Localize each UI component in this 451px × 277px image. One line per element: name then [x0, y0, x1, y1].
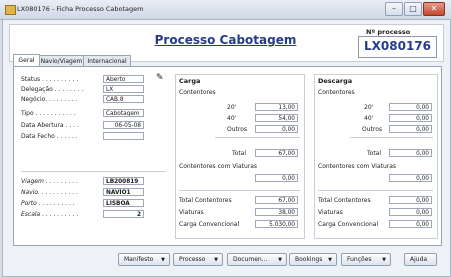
descarga-outros-label: Outros: [362, 126, 383, 133]
data-fecho-label: Data Fecho . . . . . .: [21, 133, 78, 140]
descarga-total-label: Total: [367, 150, 382, 157]
chevron-down-icon: ▼: [161, 257, 165, 263]
carga-outros-label: Outros: [227, 126, 248, 133]
ajuda-button-label: Ajuda: [410, 256, 428, 263]
maximize-button[interactable]: □: [404, 2, 422, 16]
manifesto-button-label: Manifesto: [124, 256, 154, 263]
descarga-20-field[interactable]: 0,00: [389, 103, 432, 111]
descarga-convencional-field[interactable]: 0,00: [389, 220, 432, 228]
carga-20-field[interactable]: 13,00: [255, 103, 298, 111]
descarga-viaturas-field[interactable]: 0,00: [389, 208, 432, 216]
descarga-total-contentores-label: Total Contentores: [318, 197, 371, 204]
navio-field[interactable]: NAVIO1: [103, 188, 144, 196]
carga-contentores-label: Contentores: [179, 89, 216, 96]
window-title: LX080176 - Ficha Processo Cabotagem: [17, 5, 144, 13]
descarga-contentores-label: Contentores: [318, 89, 355, 96]
data-abertura-label: Data Abertura . . . .: [21, 122, 79, 129]
close-button[interactable]: ✕: [423, 2, 445, 16]
delegacao-field[interactable]: LX: [103, 85, 144, 93]
bookings-button-label: Bookings: [295, 256, 323, 263]
title-bar: LX080176 - Ficha Processo Cabotagem – □ …: [0, 0, 451, 20]
navio-label: Navio. . . . . . . . . . .: [21, 189, 79, 196]
funcoes-button-label: Funções: [347, 256, 372, 263]
app-icon: [5, 5, 16, 15]
status-label: Status . . . . . . . . . .: [21, 76, 79, 83]
descarga-convencional-label: Carga Convencional: [318, 221, 379, 228]
carga-viaturas-label: Viaturas: [179, 209, 204, 216]
process-number-value: LX080176: [364, 39, 431, 53]
funcoes-button[interactable]: Funções ▼: [341, 253, 391, 266]
carga-total-contentores-field[interactable]: 67,00: [255, 196, 298, 204]
carga-outros-field[interactable]: 0,00: [255, 125, 298, 133]
tipo-field[interactable]: Cabotagem: [103, 109, 144, 117]
delegacao-label: Delegação . . . . . . . .: [21, 86, 84, 93]
carga-total-label: Total: [232, 150, 247, 157]
divider: [318, 190, 433, 191]
descarga-outros-field[interactable]: 0,00: [389, 125, 432, 133]
data-fecho-field[interactable]: [103, 132, 144, 140]
descarga-total-field[interactable]: 0,00: [389, 149, 432, 157]
escala-field[interactable]: 2: [103, 210, 144, 218]
descarga-40-label: 40': [364, 115, 374, 122]
ajuda-button[interactable]: Ajuda: [404, 253, 437, 266]
processo-button[interactable]: Processo ▼: [173, 253, 223, 266]
divider: [21, 171, 166, 172]
tipo-label: Tipo . . . . . . . . . . .: [21, 110, 76, 117]
carga-total-contentores-label: Total Contentores: [179, 197, 232, 204]
negocio-field[interactable]: CAB.8: [103, 95, 144, 103]
viagem-label: Viagem . . . . . . . . .: [21, 178, 79, 185]
porto-field[interactable]: LISBOA: [103, 199, 144, 207]
descarga-40-field[interactable]: 0,00: [389, 114, 432, 122]
carga-viaturas-field[interactable]: 38,00: [255, 208, 298, 216]
carga-convencional-field[interactable]: 5.030,00: [255, 220, 298, 228]
carga-title: Carga: [179, 77, 201, 85]
carga-total-field[interactable]: 67,00: [255, 149, 298, 157]
process-number-label: Nº processo: [366, 28, 411, 36]
viagem-field[interactable]: LB200819: [103, 177, 144, 185]
carga-viaturas-cont-field[interactable]: 0,00: [255, 174, 298, 182]
carga-convencional-label: Carga Convencional: [179, 221, 240, 228]
bookings-button[interactable]: Bookings ▼: [289, 253, 337, 266]
divider: [350, 137, 433, 138]
descarga-total-contentores-field[interactable]: 0,00: [389, 196, 432, 204]
descarga-viaturas-cont-label: Contentores com Viaturas: [318, 163, 397, 170]
chevron-down-icon: ▼: [214, 257, 218, 263]
pencil-icon[interactable]: ✎: [156, 73, 166, 83]
carga-40-label: 40': [227, 115, 237, 122]
chevron-down-icon: ▼: [328, 257, 332, 263]
processo-button-label: Processo: [179, 256, 206, 263]
status-field[interactable]: Aberto: [103, 75, 144, 83]
chevron-down-icon: ▼: [278, 257, 282, 263]
page-title: Processo Cabotagem: [154, 33, 297, 47]
descarga-viaturas-label: Viaturas: [318, 209, 343, 216]
documentos-button[interactable]: Documen... ▼: [227, 253, 287, 266]
minimize-button[interactable]: –: [385, 2, 403, 16]
descarga-title: Descarga: [318, 77, 353, 85]
divider: [215, 137, 300, 138]
carga-viaturas-cont-label: Contentores com Viaturas: [179, 163, 258, 170]
escala-label: Escala . . . . . . . . . .: [21, 211, 79, 218]
documentos-button-label: Documen...: [233, 256, 268, 263]
carga-20-label: 20': [227, 104, 237, 111]
porto-label: Porto . . . . . . . . . .: [21, 200, 75, 207]
manifesto-button[interactable]: Manifesto ▼: [118, 253, 170, 266]
descarga-20-label: 20': [364, 104, 374, 111]
data-abertura-field[interactable]: 06-05-08: [103, 121, 144, 129]
chevron-down-icon: ▼: [382, 257, 386, 263]
negocio-label: Negócio. . . . . . . . .: [21, 96, 78, 103]
carga-40-field[interactable]: 54,00: [255, 114, 298, 122]
descarga-viaturas-cont-field[interactable]: 0,00: [389, 174, 432, 182]
divider: [179, 190, 300, 191]
